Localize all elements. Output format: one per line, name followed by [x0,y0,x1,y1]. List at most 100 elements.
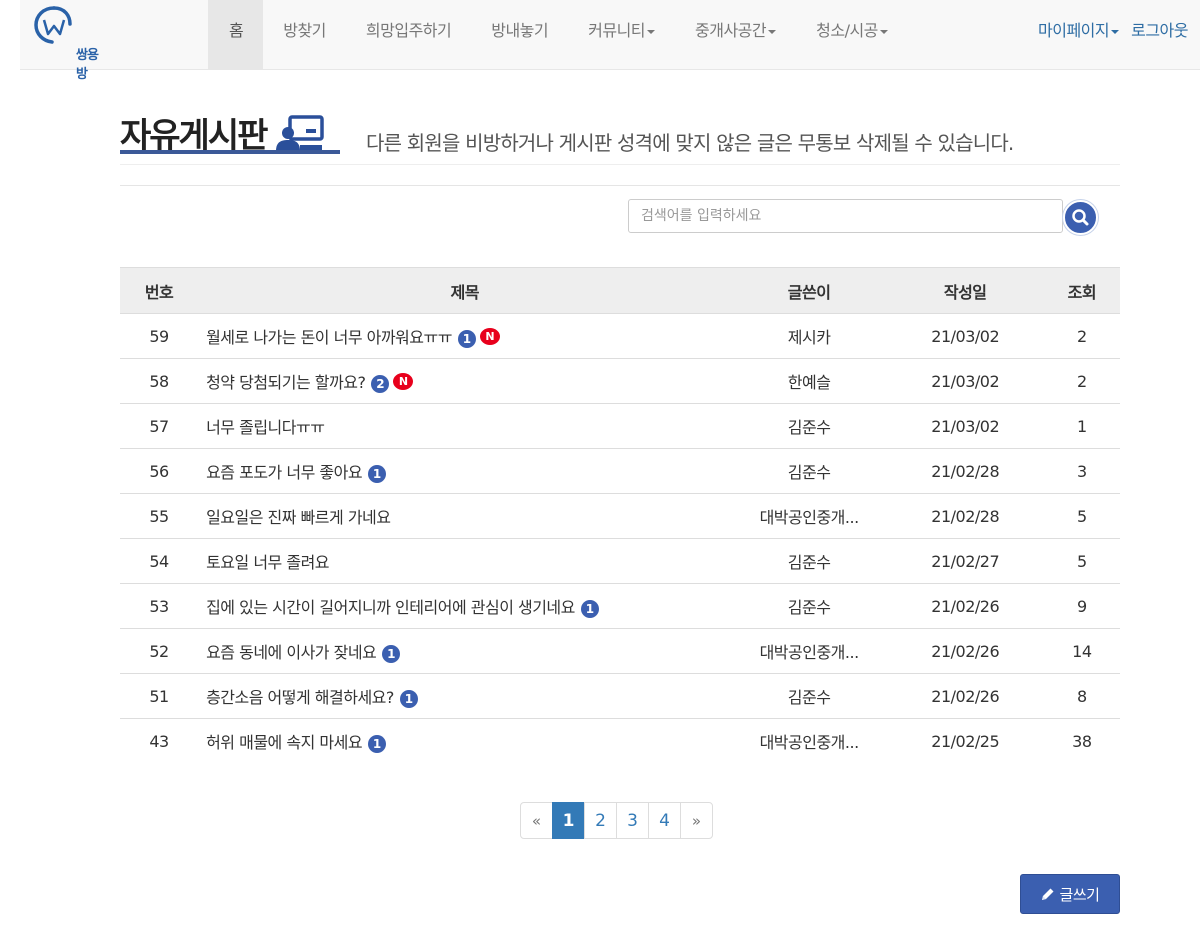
table-row[interactable]: 51 층간소음 어떻게 해결하세요? 1 김준수 21/02/26 8 [120,673,1120,719]
pagination-page[interactable]: 2 [584,802,617,839]
nav-item-3[interactable]: 방내놓기 [471,0,568,69]
comment-count-badge: 1 [368,464,387,483]
nav-item-5[interactable]: 중개사공간 [675,0,796,69]
post-table: 번호 제목 글쓴이 작성일 조회 59 월세로 나가는 돈이 너무 아까워요ㅠㅠ 1… [120,267,1120,764]
post-date: 21/02/28 [886,448,1044,494]
post-title-link[interactable]: 월세로 나가는 돈이 너무 아까워요ㅠㅠ [206,328,452,347]
table-row[interactable]: 56 요즘 포도가 너무 좋아요 1 김준수 21/02/28 3 [120,448,1120,494]
comment-count-badge: 1 [457,329,476,348]
page-title: 자유게시판 [120,110,325,156]
pagination-page[interactable]: 1 [552,802,585,839]
write-post-button[interactable]: 글쓰기 [1020,874,1120,914]
post-number: 57 [120,403,199,449]
post-date: 21/03/02 [886,403,1044,449]
post-title-cell[interactable]: 청약 당첨되기는 할까요? 2 N [198,358,732,404]
nav-item-label: 희망입주하기 [365,21,452,40]
post-title-cell[interactable]: 너무 졸립니다ㅠㅠ [198,403,732,449]
post-title-cell[interactable]: 층간소음 어떻게 해결하세요? 1 [198,673,732,719]
post-title-link[interactable]: 일요일은 진짜 빠르게 가네요 [206,508,391,527]
post-date: 21/03/02 [886,313,1044,359]
pencil-icon [1041,888,1054,900]
nav-item-label: 커뮤니티 [588,21,646,40]
pagination: «1 2 3 4» [520,802,713,839]
post-date: 21/02/26 [886,583,1044,629]
comment-count-badge: 1 [399,689,418,708]
pagination-page[interactable]: 4 [648,802,681,839]
table-row[interactable]: 57 너무 졸립니다ㅠㅠ 김준수 21/03/02 1 [120,403,1120,449]
post-number: 55 [120,493,199,539]
post-title-link[interactable]: 허위 매물에 속지 마세요 [206,733,362,752]
post-title-link[interactable]: 층간소음 어떻게 해결하세요? [206,688,394,707]
caret-down-icon [768,29,777,34]
post-title-cell[interactable]: 토요일 너무 졸려요 [198,538,732,584]
post-views: 3 [1043,448,1120,494]
nav-item-2[interactable]: 희망입주하기 [346,0,471,69]
search-button[interactable] [1063,200,1098,235]
post-title-link[interactable]: 너무 졸립니다ㅠㅠ [206,418,325,437]
table-row[interactable]: 54 토요일 너무 졸려요 김준수 21/02/27 5 [120,538,1120,584]
nav-item-4[interactable]: 커뮤니티 [568,0,675,69]
post-date: 21/02/27 [886,538,1044,584]
post-views: 5 [1043,538,1120,584]
post-title-cell[interactable]: 허위 매물에 속지 마세요 1 [198,718,732,764]
post-number: 43 [120,718,199,764]
board-header: 자유게시판 다른 회원을 비방하거나 게시판 성격에 맞지 않은 글은 무통보 … [120,110,1120,165]
logo-text: 쌍용방 [76,48,99,82]
post-author: 김준수 [731,538,887,584]
post-number: 52 [120,628,199,674]
table-row[interactable]: 53 집에 있는 시간이 길어지니까 인테리어에 관심이 생기네요 1 김준수 21/0… [120,583,1120,629]
comment-count-badge: 1 [368,734,387,753]
post-author: 김준수 [731,403,887,449]
post-title-cell[interactable]: 요즘 동네에 이사가 잦네요 1 [198,628,732,674]
comment-count-badge: 1 [580,599,599,618]
pagination-prev[interactable]: « [520,802,553,839]
logo[interactable]: 쌍용방 [34,6,104,82]
post-views: 1 [1043,403,1120,449]
nav-item-1[interactable]: 방찾기 [263,0,346,69]
comment-count-badge: 1 [382,644,401,663]
post-views: 9 [1043,583,1120,629]
post-author: 김준수 [731,448,887,494]
post-views: 8 [1043,673,1120,719]
new-post-badge: N [393,373,414,390]
table-row[interactable]: 55 일요일은 진짜 빠르게 가네요 대박공인중개... 21/02/28 5 [120,493,1120,539]
post-title-link[interactable]: 토요일 너무 졸려요 [206,553,329,572]
post-title-link[interactable]: 요즘 동네에 이사가 잦네요 [206,643,377,662]
post-date: 21/02/25 [886,718,1044,764]
post-author: 대박공인중개... [731,718,887,764]
table-row[interactable]: 58 청약 당첨되기는 할까요? 2 N 한예슬 21/03/02 2 [120,358,1120,404]
pagination-page[interactable]: 3 [616,802,649,839]
nav-item-label: 청소/시공 [816,21,878,40]
post-title-link[interactable]: 요즘 포도가 너무 좋아요 [206,463,362,482]
table-header-row: 번호 제목 글쓴이 작성일 조회 [120,267,1120,314]
post-title-cell[interactable]: 월세로 나가는 돈이 너무 아까워요ㅠㅠ 1 N [198,313,732,359]
caret-down-icon [647,29,656,34]
nav-item-label: 방내놓기 [491,21,549,40]
top-navbar: 쌍용방 홈 방찾기 희망입주하기 방내놓기 커뮤니티 중개사공간 청소/시공 마이페이지 로… [20,0,1200,82]
post-author: 대박공인중개... [731,628,887,674]
house-logo-icon [34,6,72,44]
logout-link[interactable]: 로그아웃 [1119,0,1188,69]
board-description: 다른 회원을 비방하거나 게시판 성격에 맞지 않은 글은 무통보 삭제될 수 … [366,131,1014,155]
pagination-next[interactable]: » [680,802,713,839]
table-row[interactable]: 59 월세로 나가는 돈이 너무 아까워요ㅠㅠ 1 N 제시카 21/03/02 2 [120,313,1120,359]
post-title-cell[interactable]: 일요일은 진짜 빠르게 가네요 [198,493,732,539]
post-title-link[interactable]: 집에 있는 시간이 길어지니까 인테리어에 관심이 생기네요 [206,598,575,617]
new-post-badge: N [479,328,500,345]
mypage-menu[interactable]: 마이페이지 [1026,0,1120,69]
post-date: 21/02/26 [886,673,1044,719]
table-row[interactable]: 43 허위 매물에 속지 마세요 1 대박공인중개... 21/02/25 38 [120,718,1120,764]
caret-down-icon [879,29,888,34]
post-title-cell[interactable]: 요즘 포도가 너무 좋아요 1 [198,448,732,494]
post-title-cell[interactable]: 집에 있는 시간이 길어지니까 인테리어에 관심이 생기네요 1 [198,583,732,629]
post-title-link[interactable]: 청약 당첨되기는 할까요? [206,373,366,392]
nav-item-6[interactable]: 청소/시공 [796,0,908,69]
column-header-date: 작성일 [886,267,1044,314]
post-number: 53 [120,583,199,629]
search-input[interactable] [628,199,1063,233]
column-header-num: 번호 [120,267,199,314]
table-row[interactable]: 52 요즘 동네에 이사가 잦네요 1 대박공인중개... 21/02/26 14 [120,628,1120,674]
column-header-author: 글쓴이 [731,267,887,314]
nav-item-label: 중개사공간 [695,21,767,40]
nav-item-0[interactable]: 홈 [208,0,264,69]
